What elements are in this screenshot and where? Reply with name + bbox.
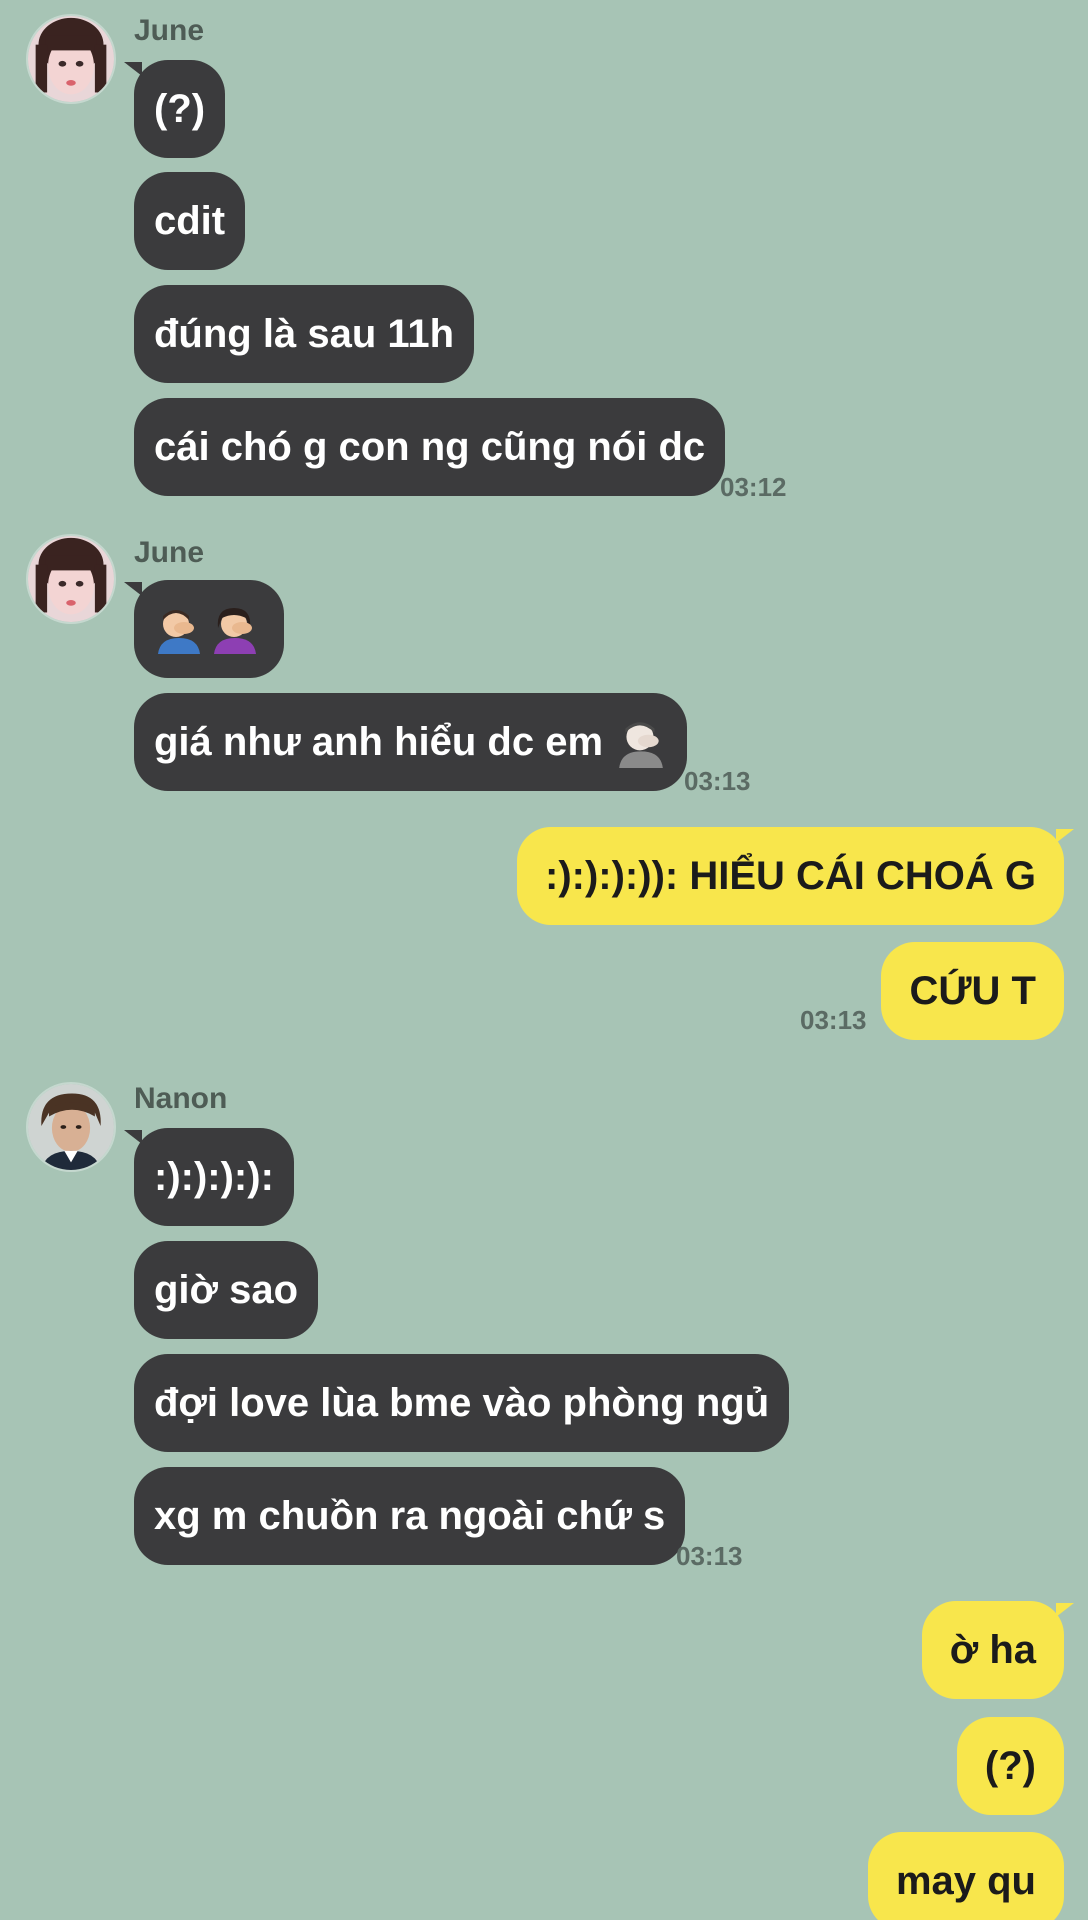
message-text: cái chó g con ng cũng nói dc [154,424,706,469]
sender-name-june: June [134,14,205,47]
message-bubble-outgoing[interactable]: CỨU T [881,942,1064,1040]
avatar-june[interactable] [26,14,116,104]
avatar-june[interactable] [26,534,116,624]
man-facepalming-emoji [158,610,200,654]
avatar-nanon[interactable] [26,1082,116,1172]
message-text: CỨU T [909,968,1036,1013]
avatar-nanon-image [28,1084,114,1170]
message-bubble-outgoing[interactable]: ờ ha [921,1601,1075,1699]
message-bubble[interactable]: xg m chuồn ra ngoài chứ s [134,1467,686,1565]
message-bubble[interactable]: cdit [134,172,246,270]
person-facepalming-emoji [619,722,663,768]
message-bubble-outgoing[interactable]: may qu [867,1832,1064,1920]
message-bubble[interactable]: cái chó g con ng cũng nói dc [134,398,726,496]
message-bubble[interactable]: :):):):): [124,1128,294,1226]
sender-name-june: June [134,536,205,569]
woman-facepalming-emoji [214,608,256,654]
message-timestamp: 03:13 [676,1541,743,1571]
message-bubble-outgoing[interactable]: (?) [956,1717,1064,1815]
message-bubble[interactable]: đợi love lùa bme vào phòng ngủ [134,1354,790,1452]
message-text: ờ ha [949,1627,1036,1672]
message-bubble[interactable] [124,580,284,678]
message-bubble[interactable]: giá như anh hiểu dc em [134,693,688,791]
message-text: (?) [984,1743,1036,1788]
message-timestamp: 03:12 [720,472,787,502]
message-text: (?) [154,86,206,131]
message-text: đợi love lùa bme vào phòng ngủ [154,1380,770,1425]
message-text: :):):):): [154,1154,274,1199]
message-text: xg m chuồn ra ngoài chứ s [154,1493,666,1538]
chat-background: June (?) cdit đúng là sau 11h cái chó g … [0,0,1088,1920]
message-bubble[interactable]: (?) [123,60,226,158]
message-text: giờ sao [154,1267,299,1312]
message-bubble-outgoing[interactable]: :):):):)): HIỂU CÁI CHOÁ G [517,827,1074,925]
message-text: cdit [154,198,226,243]
message-bubble[interactable]: đúng là sau 11h [134,285,475,383]
sender-name-nanon: Nanon [134,1082,228,1115]
avatar-june-image [28,536,114,622]
message-text: giá như anh hiểu dc em [154,719,604,764]
message-timestamp: 03:13 [684,766,751,796]
message-text: :):):):)): HIỂU CÁI CHOÁ G [545,853,1036,898]
message-bubble[interactable]: giờ sao [134,1241,319,1339]
message-timestamp: 03:13 [800,1005,867,1035]
message-text: đúng là sau 11h [154,311,455,356]
avatar-june-image [28,16,114,102]
message-text: may qu [895,1858,1036,1903]
